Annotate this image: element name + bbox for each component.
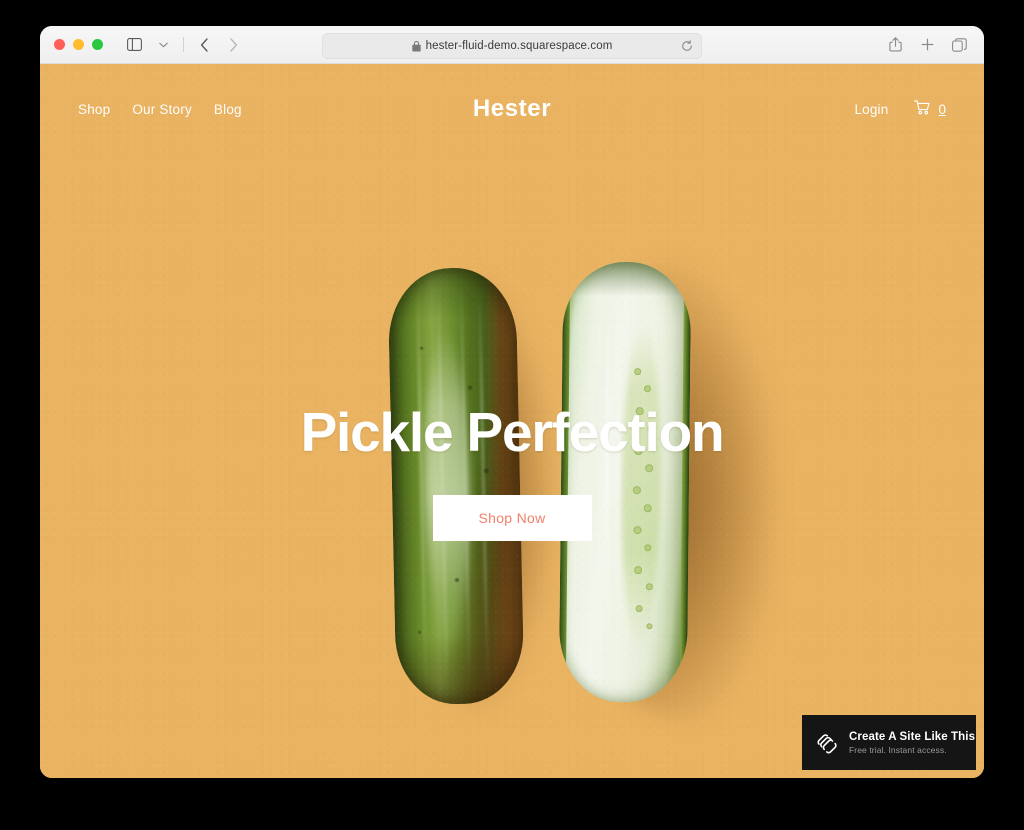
nav-item-our-story[interactable]: Our Story	[132, 102, 192, 117]
sidebar-icon[interactable]	[121, 33, 147, 57]
navigation-controls	[121, 33, 246, 57]
cucumber-top-shading	[387, 266, 517, 322]
cart-button[interactable]: 0	[914, 100, 946, 118]
site-header: Shop Our Story Blog Hester Login 0	[40, 64, 984, 154]
cart-icon	[914, 100, 931, 118]
squarespace-logo-icon	[815, 731, 839, 755]
cucumber-speck	[418, 630, 422, 634]
hero-title: Pickle Perfection	[300, 401, 725, 463]
toolbar-right-actions	[882, 33, 972, 57]
tabs-icon[interactable]	[946, 33, 972, 57]
squarespace-promo-badge[interactable]: Create A Site Like This Free trial. Inst…	[802, 715, 976, 770]
chevron-right-icon[interactable]	[220, 33, 246, 57]
address-bar-wrapper: hester-fluid-demo.squarespace.com	[322, 33, 702, 59]
cucumber-seed	[645, 583, 653, 591]
primary-navigation: Shop Our Story Blog	[78, 102, 242, 117]
lock-icon	[411, 40, 421, 52]
hero-content: Pickle Perfection Shop Now	[40, 401, 984, 541]
nav-item-blog[interactable]: Blog	[214, 102, 242, 117]
zoom-window-button[interactable]	[92, 39, 103, 50]
cucumber-seed	[634, 565, 643, 574]
cart-count: 0	[938, 101, 946, 117]
cucumber-seed	[633, 367, 641, 375]
badge-title: Create A Site Like This	[849, 730, 976, 743]
browser-toolbar: hester-fluid-demo.squarespace.com	[40, 26, 984, 64]
address-bar[interactable]: hester-fluid-demo.squarespace.com	[322, 33, 702, 59]
cucumber-seed	[646, 623, 653, 630]
cucumber-seed	[635, 605, 643, 613]
cucumber-top-shading	[562, 261, 692, 297]
toolbar-divider	[183, 37, 184, 52]
screenshot-stage: hester-fluid-demo.squarespace.com Shop O…	[0, 0, 1024, 830]
site-logo[interactable]: Hester	[473, 95, 551, 123]
web-page: Shop Our Story Blog Hester Login 0 Pickl…	[40, 64, 984, 778]
address-bar-url: hester-fluid-demo.squarespace.com	[425, 40, 613, 52]
chevron-down-icon[interactable]	[150, 33, 176, 57]
share-icon[interactable]	[882, 33, 908, 57]
browser-window: hester-fluid-demo.squarespace.com Shop O…	[40, 26, 984, 778]
cucumber-speck	[467, 385, 473, 390]
plus-icon[interactable]	[914, 33, 940, 57]
badge-subtitle: Free trial. Instant access.	[849, 744, 947, 755]
close-window-button[interactable]	[54, 39, 65, 50]
window-controls	[54, 39, 103, 50]
shop-now-button[interactable]: Shop Now	[432, 494, 592, 541]
secondary-navigation: Login 0	[854, 100, 946, 118]
reload-icon[interactable]	[681, 40, 693, 52]
chevron-left-icon[interactable]	[191, 33, 217, 57]
login-link[interactable]: Login	[854, 102, 888, 117]
minimize-window-button[interactable]	[73, 39, 84, 50]
cucumber-bottom-shading	[395, 632, 525, 706]
nav-item-shop[interactable]: Shop	[78, 102, 110, 117]
